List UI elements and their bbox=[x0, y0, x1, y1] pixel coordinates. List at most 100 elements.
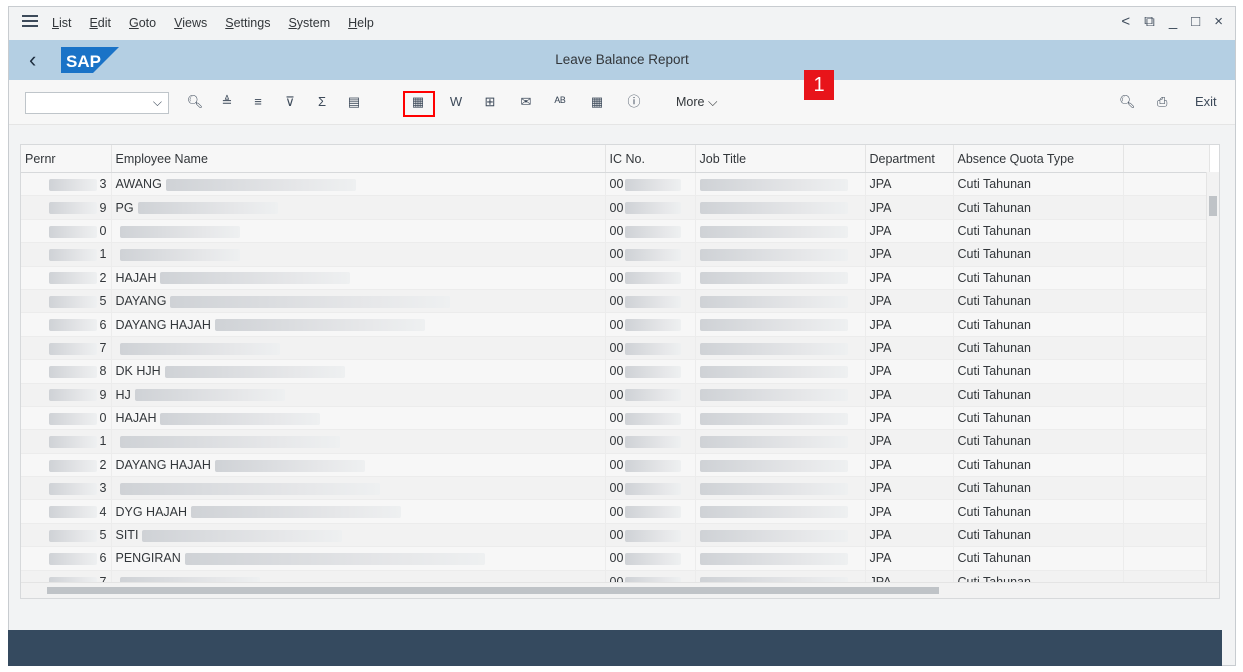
job-title-cell bbox=[695, 359, 866, 384]
table-row[interactable]: 0 00 JPA Cuti Tahunan bbox=[21, 219, 1210, 244]
empty-cell bbox=[1123, 523, 1210, 548]
hamburger-menu-icon[interactable] bbox=[22, 15, 38, 29]
table-row[interactable]: 2 DAYANG HAJAH 00 JPA Cuti Tahunan bbox=[21, 453, 1210, 478]
employee-name-cell bbox=[111, 242, 606, 267]
column-header[interactable]: Absence Quota Type bbox=[953, 145, 1124, 173]
job-title-cell bbox=[695, 336, 866, 361]
lock-icon[interactable]: ⧉ bbox=[1144, 13, 1155, 30]
print-icon[interactable]: ⎙ bbox=[1157, 94, 1167, 110]
mail-icon[interactable]: ✉ bbox=[515, 91, 537, 113]
table-row[interactable]: 5 DAYANG 00 JPA Cuti Tahunan bbox=[21, 289, 1210, 314]
menu-item-goto[interactable]: Goto bbox=[129, 16, 156, 30]
department-cell: JPA bbox=[865, 172, 954, 197]
print-preview-icon[interactable]: ▤ bbox=[343, 91, 365, 113]
column-header[interactable]: Department bbox=[865, 145, 954, 173]
table-row[interactable]: 2 HAJAH 00 JPA Cuti Tahunan bbox=[21, 266, 1210, 290]
pernr-value: 2 bbox=[99, 457, 107, 472]
pernr-cell: 5 bbox=[21, 523, 112, 548]
ic-no-cell: 00 bbox=[605, 266, 696, 290]
table-row[interactable]: 7 00 JPACuti Tahunan bbox=[21, 336, 1210, 361]
table-row[interactable]: 3 00 JPA Cuti Tahunan bbox=[21, 476, 1210, 501]
table-row[interactable]: 8 DK HJH 00 JPA Cuti Tahunan bbox=[21, 359, 1210, 384]
info-icon[interactable]: ⓘ bbox=[623, 91, 645, 113]
local-file-icon[interactable]: ⊞ bbox=[479, 91, 501, 113]
menu-item-views[interactable]: Views bbox=[174, 16, 207, 30]
zoom-icon[interactable]: 🔍︎ bbox=[184, 91, 206, 113]
absence-quota-type-cell: Cuti Tahunan bbox=[953, 499, 1124, 524]
menu-item-help[interactable]: Help bbox=[348, 16, 374, 30]
ic-no-cell: 00 bbox=[605, 429, 696, 454]
minimize-icon[interactable]: _ bbox=[1169, 13, 1177, 30]
empty-cell bbox=[1123, 429, 1210, 454]
abc-icon[interactable]: ᴬᴮ bbox=[549, 91, 571, 113]
table-row[interactable]: 6 PENGIRAN 00 JPA Cuti Tahunan bbox=[21, 546, 1210, 571]
column-header[interactable]: IC No. bbox=[605, 145, 696, 173]
leave-balance-table: Pernr Employee Name IC No. Job Title Departm… bbox=[21, 145, 1210, 595]
employee-name-value: PG bbox=[115, 200, 134, 215]
ic-no-value: 00 bbox=[609, 223, 624, 238]
ic-no-cell: 00 bbox=[605, 476, 696, 501]
table-row[interactable]: 9 HJ 00 JPA Cuti Tahunan bbox=[21, 383, 1210, 407]
word-icon[interactable]: W bbox=[445, 91, 467, 113]
table-row[interactable]: 5 SITI 00 JPA Cuti Tahunan bbox=[21, 523, 1210, 548]
table-row[interactable]: 3 AWANG 00 JPA Cuti Tahunan bbox=[21, 172, 1210, 197]
column-header[interactable]: Employee Name bbox=[111, 145, 606, 173]
department-cell: JPA bbox=[865, 429, 954, 454]
align-left-icon[interactable]: ≜ bbox=[216, 91, 238, 113]
column-header[interactable]: Job Title bbox=[695, 145, 866, 173]
pernr-cell: 7 bbox=[21, 336, 112, 361]
table-row[interactable]: 0 HAJAH 00 JPA Cuti Tahunan bbox=[21, 406, 1210, 431]
pernr-value: 5 bbox=[99, 294, 107, 309]
column-header[interactable]: Pernr bbox=[21, 145, 112, 173]
department-cell: JPA bbox=[865, 289, 954, 314]
ic-no-value: 00 bbox=[609, 551, 624, 566]
more-menu-button[interactable]: More ⌵ bbox=[676, 95, 717, 110]
filter-icon[interactable]: ⊽ bbox=[279, 91, 301, 113]
department-cell: JPA bbox=[865, 242, 954, 267]
empty-cell bbox=[1123, 289, 1210, 314]
employee-name-cell bbox=[111, 476, 606, 501]
absence-quota-type-cell: Cuti Tahunan bbox=[953, 359, 1124, 384]
empty-cell bbox=[1123, 359, 1210, 384]
sum-icon[interactable]: Σ bbox=[311, 91, 333, 113]
scroll-thumb[interactable] bbox=[47, 587, 939, 594]
department-cell: JPA bbox=[865, 312, 954, 337]
table-row[interactable]: 4 DYG HAJAH 00 JPA Cuti Tahunan bbox=[21, 499, 1210, 524]
absence-quota-type-cell: Cuti Tahunan bbox=[953, 266, 1124, 290]
employee-name-value: SITI bbox=[115, 528, 139, 543]
exit-button[interactable]: Exit bbox=[1195, 94, 1217, 109]
ic-no-cell: 00 bbox=[605, 523, 696, 548]
menu-item-edit[interactable]: Edit bbox=[89, 16, 111, 30]
absence-quota-type-cell: Cuti Tahunan bbox=[953, 195, 1124, 220]
layout-select[interactable]: ⌵ bbox=[25, 92, 169, 114]
menu-item-list[interactable]: List bbox=[52, 16, 71, 30]
empty-cell bbox=[1123, 383, 1210, 407]
menu-item-settings[interactable]: Settings bbox=[225, 16, 270, 30]
employee-name-cell bbox=[111, 336, 606, 361]
close-icon[interactable]: × bbox=[1214, 13, 1223, 30]
table-row[interactable]: 6 DAYANG HAJAH 00 JPA Cuti Tahunan bbox=[21, 312, 1210, 337]
job-title-cell bbox=[695, 429, 866, 454]
vertical-scrollbar[interactable] bbox=[1206, 172, 1219, 584]
align-center-icon[interactable]: ≡ bbox=[247, 91, 269, 113]
scroll-thumb[interactable] bbox=[1209, 196, 1217, 216]
table-row[interactable]: 1 00 JPA Cuti Tahunan bbox=[21, 429, 1210, 454]
table-row[interactable]: 1 00 JPA Cuti Tahunan bbox=[21, 242, 1210, 267]
pernr-value: 8 bbox=[99, 364, 107, 379]
job-title-cell bbox=[695, 499, 866, 524]
menu-item-system[interactable]: System bbox=[288, 16, 330, 30]
employee-name-cell bbox=[111, 219, 606, 244]
table-row[interactable]: 9 PG 00 JPA Cuti Tahunan bbox=[21, 195, 1210, 220]
pernr-value: 0 bbox=[99, 223, 107, 238]
ic-no-value: 00 bbox=[609, 317, 624, 332]
layout-icon[interactable]: ▦ bbox=[586, 91, 608, 113]
job-title-cell bbox=[695, 266, 866, 290]
pernr-cell: 9 bbox=[21, 195, 112, 220]
search-icon[interactable]: 🔍︎ bbox=[1119, 94, 1136, 110]
menu-bar: List Edit Goto Views Settings System Help < ⧉ _ □… bbox=[9, 7, 1235, 40]
employee-name-cell: HAJAH bbox=[111, 406, 606, 431]
restore-icon[interactable]: □ bbox=[1191, 13, 1200, 30]
back-icon[interactable]: < bbox=[1121, 13, 1130, 30]
horizontal-scrollbar[interactable] bbox=[21, 582, 1219, 598]
absence-quota-type-cell: Cuti Tahunan bbox=[953, 429, 1124, 454]
